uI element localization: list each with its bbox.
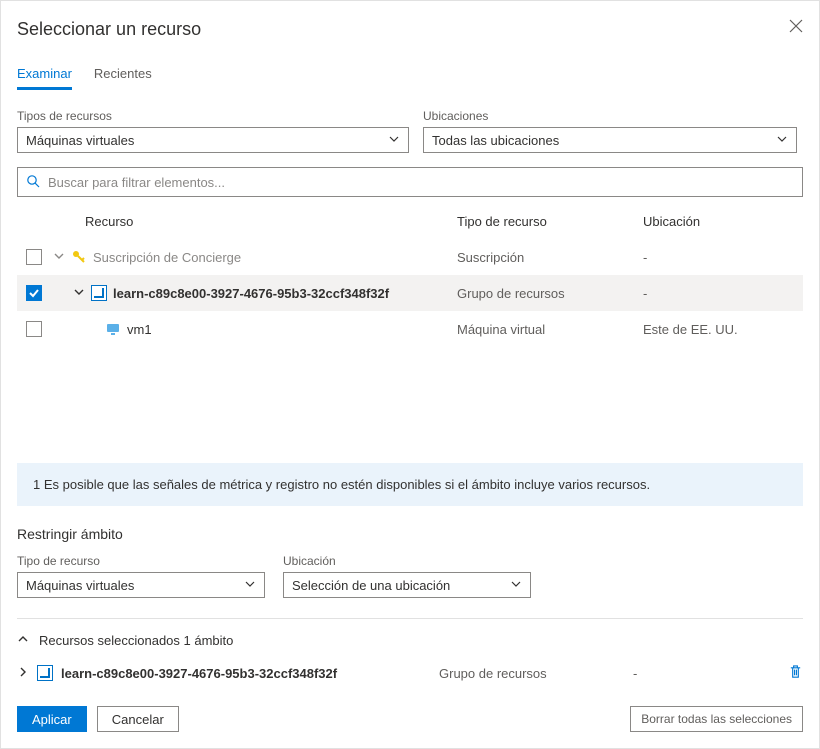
chevron-down-icon	[388, 133, 400, 148]
info-banner: 1 Es posible que las señales de métrica …	[17, 463, 803, 506]
locations-label: Ubicaciones	[423, 109, 797, 123]
clear-all-selections-button[interactable]: Borrar todas las selecciones	[630, 706, 803, 732]
selected-resources-header: Recursos seleccionados 1 ámbito	[39, 633, 233, 648]
tab-recent[interactable]: Recientes	[94, 66, 152, 90]
close-button[interactable]	[789, 19, 803, 36]
restrict-scope-title: Restringir ámbito	[17, 526, 803, 542]
collapse-toggle[interactable]	[17, 633, 29, 648]
resource-types-value: Máquinas virtuales	[26, 133, 134, 148]
row-location: -	[643, 250, 803, 265]
cancel-button[interactable]: Cancelar	[97, 706, 179, 732]
table-row[interactable]: Suscripción de Concierge Suscripción -	[17, 239, 803, 275]
scope-resource-type-dropdown[interactable]: Máquinas virtuales	[17, 572, 265, 598]
apply-button[interactable]: Aplicar	[17, 706, 87, 732]
table-row[interactable]: learn-c89c8e00-3927-4676-95b3-32ccf348f3…	[17, 275, 803, 311]
panel-title: Seleccionar un recurso	[17, 19, 201, 40]
expand-toggle[interactable]	[73, 286, 85, 301]
locations-value: Todas las ubicaciones	[432, 133, 559, 148]
tab-browse[interactable]: Examinar	[17, 66, 72, 90]
search-box[interactable]	[17, 167, 803, 197]
row-type: Máquina virtual	[457, 322, 643, 337]
key-icon	[71, 249, 87, 265]
resource-types-dropdown[interactable]: Máquinas virtuales	[17, 127, 409, 153]
scope-rt-label: Tipo de recurso	[17, 554, 265, 568]
resource-group-icon	[37, 665, 53, 681]
column-type: Tipo de recurso	[457, 214, 643, 229]
row-type: Grupo de recursos	[457, 286, 643, 301]
row-name: Suscripción de Concierge	[93, 250, 241, 265]
expand-toggle[interactable]	[53, 250, 65, 265]
row-checkbox[interactable]	[26, 249, 42, 265]
scope-loc-label: Ubicación	[283, 554, 531, 568]
scope-loc-value: Selección de una ubicación	[292, 578, 450, 593]
row-location: Este de EE. UU.	[643, 322, 803, 337]
expand-toggle[interactable]	[17, 666, 29, 681]
row-name: vm1	[127, 322, 152, 337]
locations-dropdown[interactable]: Todas las ubicaciones	[423, 127, 797, 153]
scope-rt-value: Máquinas virtuales	[26, 578, 134, 593]
resource-types-label: Tipos de recursos	[17, 109, 409, 123]
chevron-down-icon	[510, 578, 522, 593]
column-location: Ubicación	[643, 214, 803, 229]
resource-group-icon	[91, 285, 107, 301]
row-location: -	[643, 286, 803, 301]
selected-item-name: learn-c89c8e00-3927-4676-95b3-32ccf348f3…	[61, 666, 431, 681]
search-input[interactable]	[48, 175, 794, 190]
vm-icon	[105, 321, 121, 337]
row-checkbox[interactable]	[26, 321, 42, 337]
selected-item-row: learn-c89c8e00-3927-4676-95b3-32ccf348f3…	[17, 664, 803, 682]
row-checkbox[interactable]	[26, 285, 42, 301]
table-row[interactable]: vm1 Máquina virtual Este de EE. UU.	[17, 311, 803, 347]
selected-item-location: -	[633, 666, 780, 681]
column-resource: Recurso	[51, 214, 457, 229]
row-type: Suscripción	[457, 250, 643, 265]
selected-item-type: Grupo de recursos	[439, 666, 625, 681]
chevron-down-icon	[244, 578, 256, 593]
delete-button[interactable]	[788, 664, 803, 682]
chevron-down-icon	[776, 133, 788, 148]
row-name: learn-c89c8e00-3927-4676-95b3-32ccf348f3…	[113, 286, 389, 301]
search-icon	[26, 174, 40, 191]
scope-location-dropdown[interactable]: Selección de una ubicación	[283, 572, 531, 598]
